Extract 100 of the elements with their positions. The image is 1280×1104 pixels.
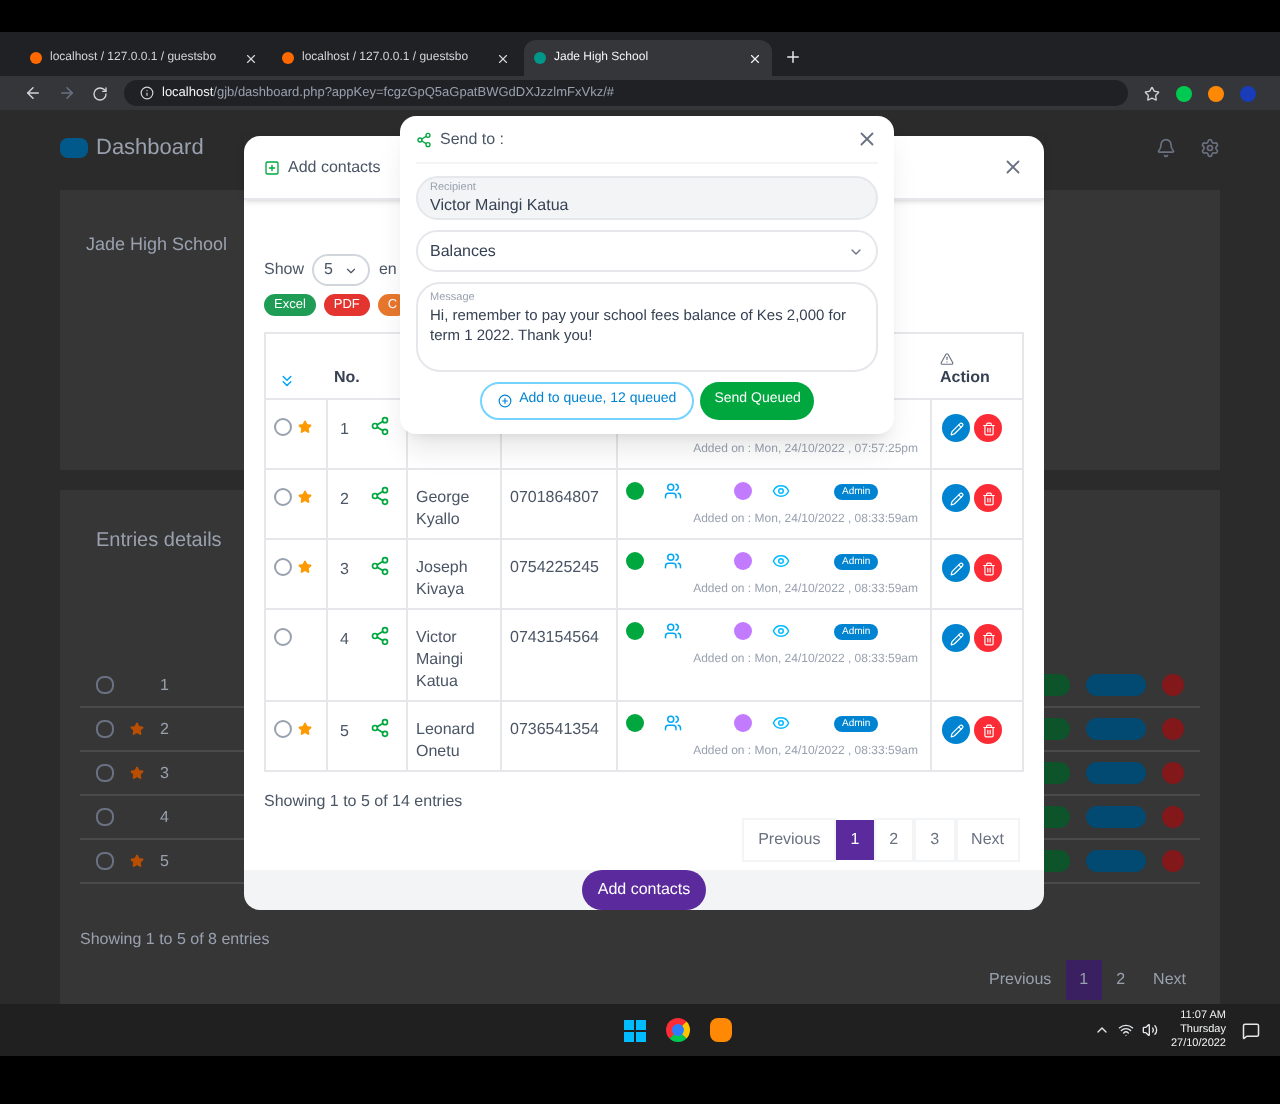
edit-button[interactable] (942, 484, 970, 512)
page-link[interactable]: 2 (1102, 960, 1140, 1000)
plus-icon (497, 393, 512, 408)
contact-name: Joseph Kivaya (416, 558, 468, 598)
edit-button[interactable] (942, 554, 970, 582)
back-icon[interactable] (24, 84, 42, 102)
page-link[interactable]: Previous (742, 818, 837, 862)
page-link[interactable]: Next (955, 818, 1020, 862)
notifications-icon[interactable] (1242, 1021, 1260, 1039)
close-icon[interactable] (244, 51, 258, 65)
delete-button[interactable] (974, 716, 1002, 744)
editor-icon[interactable] (709, 1018, 732, 1042)
warning-icon (940, 352, 954, 366)
row-number: 4 (160, 805, 169, 829)
bookmark-icon[interactable] (1144, 85, 1160, 101)
send-icon[interactable] (370, 718, 390, 738)
favicon-icon (534, 52, 546, 64)
entries-summary: Showing 1 to 5 of 14 entries (262, 790, 465, 814)
radio-button[interactable] (274, 628, 292, 646)
browser-icon[interactable] (665, 1018, 690, 1042)
row-number: 2 (340, 490, 349, 508)
pencil-icon (949, 631, 963, 645)
users-icon[interactable] (664, 622, 682, 640)
row-number: 5 (340, 722, 349, 740)
radio-button[interactable] (274, 418, 292, 436)
dialog-title: Add contacts (288, 155, 381, 179)
add-contacts-button[interactable]: Add contacts (581, 870, 707, 910)
row-number: 1 (160, 673, 169, 697)
radio-button[interactable] (274, 558, 292, 576)
row-number: 3 (340, 560, 349, 578)
favicon-icon (30, 52, 42, 64)
send-icon[interactable] (370, 416, 390, 436)
radio-button[interactable] (274, 720, 292, 738)
users-icon[interactable] (664, 482, 682, 500)
row-number: 1 (340, 420, 349, 438)
new-tab-icon[interactable] (784, 48, 802, 66)
page-link[interactable]: Next (1139, 960, 1200, 1000)
page-link[interactable]: 1 (836, 820, 874, 860)
contact-name: Leonard Onetu (416, 720, 475, 760)
delete-button[interactable] (974, 414, 1002, 442)
users-icon[interactable] (664, 714, 682, 732)
eye-icon[interactable] (772, 714, 790, 732)
close-icon[interactable] (856, 128, 878, 150)
pencil-icon (949, 421, 963, 435)
row-checkbox[interactable] (96, 852, 114, 870)
row-number: 5 (160, 849, 169, 873)
page-link[interactable]: 2 (873, 818, 915, 862)
row-checkbox[interactable] (96, 720, 114, 738)
edit-button[interactable] (942, 624, 970, 652)
add-icon (264, 159, 280, 175)
show-label: Show (264, 258, 305, 282)
select-all-icon[interactable] (278, 372, 296, 390)
contact-name: Victor Maingi Katua (416, 628, 464, 690)
trash-icon (981, 561, 995, 575)
delete-button[interactable] (974, 484, 1002, 512)
row-checkbox[interactable] (96, 764, 114, 782)
entries-summary: Showing 1 to 5 of 8 entries (80, 928, 272, 952)
school-name: Jade High School (86, 234, 228, 254)
reload-icon[interactable] (92, 85, 108, 101)
column-header: Action (940, 366, 992, 390)
send-icon[interactable] (370, 626, 390, 646)
page-link[interactable]: 3 (914, 818, 956, 862)
network-icon[interactable] (1118, 1022, 1135, 1038)
phone-number: 0754225245 (510, 558, 599, 576)
edit-button[interactable] (942, 414, 970, 442)
page-link[interactable]: 1 (1065, 960, 1103, 1000)
row-number: 2 (160, 717, 169, 741)
eye-icon[interactable] (772, 482, 790, 500)
row-number: 4 (340, 630, 349, 648)
send-icon[interactable] (370, 556, 390, 576)
send-icon (416, 131, 432, 147)
radio-button[interactable] (274, 488, 292, 506)
settings-icon[interactable] (1200, 138, 1220, 158)
info-icon[interactable] (140, 86, 154, 100)
phone-number: 0736541354 (510, 720, 599, 738)
trash-icon (981, 491, 995, 505)
template-select[interactable]: Balances (416, 230, 878, 272)
users-icon[interactable] (664, 552, 682, 570)
pencil-icon (949, 723, 963, 737)
volume-icon[interactable] (1142, 1022, 1159, 1038)
start-icon[interactable] (623, 1019, 646, 1041)
forward-icon[interactable] (58, 84, 76, 102)
page-size-select[interactable]: 5 (312, 254, 371, 286)
page-link[interactable]: Previous (975, 960, 1066, 1000)
delete-button[interactable] (974, 624, 1002, 652)
close-icon[interactable] (1002, 156, 1024, 178)
close-icon[interactable] (496, 51, 510, 65)
row-checkbox[interactable] (96, 676, 114, 694)
eye-icon[interactable] (772, 622, 790, 640)
send-icon[interactable] (370, 486, 390, 506)
trash-icon (981, 421, 995, 435)
delete-button[interactable] (974, 554, 1002, 582)
row-checkbox[interactable] (96, 808, 114, 826)
eye-icon[interactable] (772, 552, 790, 570)
notification-icon[interactable] (1156, 138, 1176, 158)
dialog-title: Send to : (440, 127, 505, 151)
pencil-icon (949, 491, 963, 505)
logo-icon (60, 138, 88, 158)
edit-button[interactable] (942, 716, 970, 744)
favicon-icon (282, 52, 294, 64)
